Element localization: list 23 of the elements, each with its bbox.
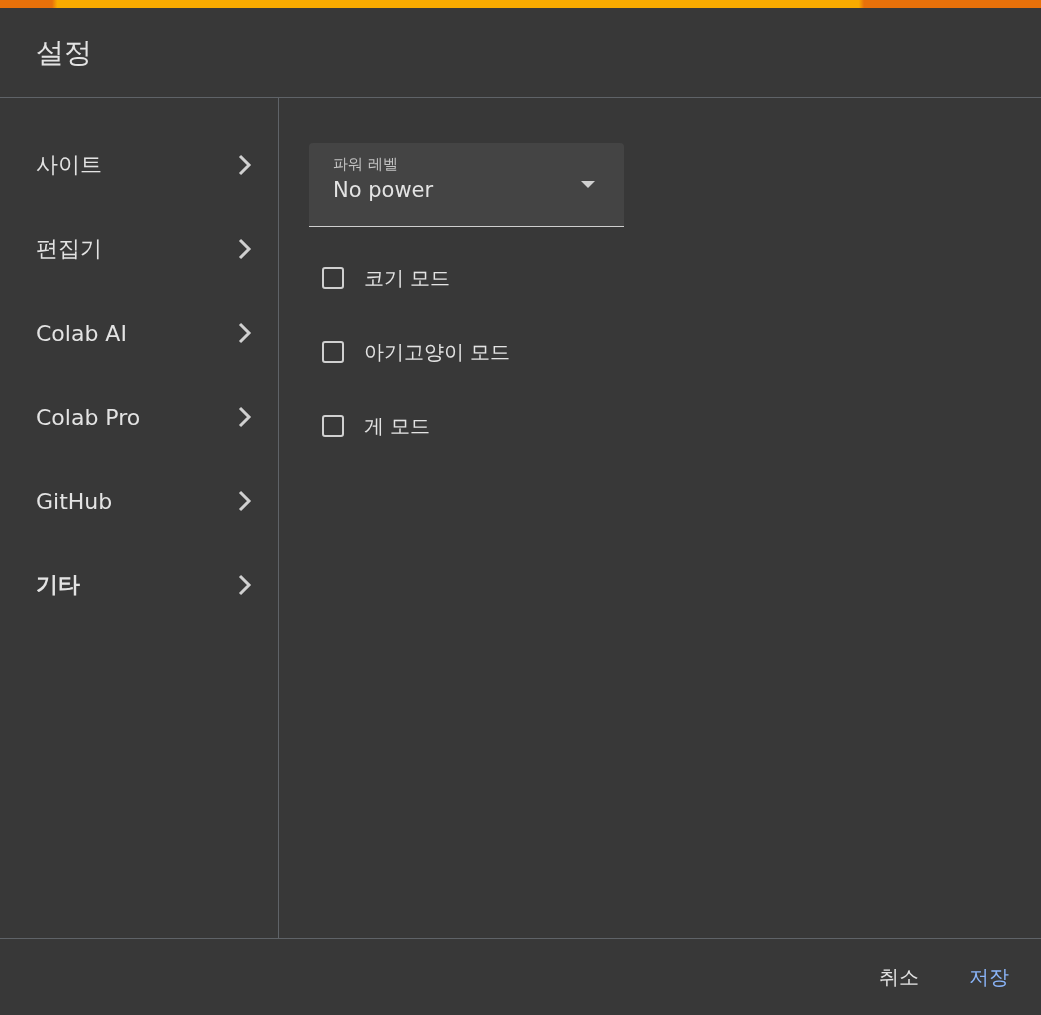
checkbox-label: 아기고양이 모드	[364, 338, 511, 366]
chevron-right-icon	[238, 154, 252, 176]
checkbox[interactable]	[322, 415, 344, 437]
chevron-right-icon	[238, 406, 252, 428]
cancel-button[interactable]: 취소	[859, 955, 939, 999]
dialog-title: 설정	[36, 34, 92, 71]
checkbox[interactable]	[322, 341, 344, 363]
chevron-right-icon	[238, 490, 252, 512]
dropdown-caret-icon	[581, 181, 595, 188]
sidebar-item[interactable]: GitHub	[0, 459, 278, 543]
sidebar-item[interactable]: 편집기	[0, 207, 278, 291]
chevron-right-icon	[238, 238, 252, 260]
chevron-right-icon	[238, 574, 252, 596]
chevron-right-icon	[238, 322, 252, 344]
checkbox-label: 코기 모드	[364, 264, 451, 292]
sidebar-item[interactable]: Colab AI	[0, 291, 278, 375]
checkbox-label: 게 모드	[364, 412, 431, 440]
sidebar-item[interactable]: 사이트	[0, 123, 278, 207]
sidebar-item[interactable]: 기타	[0, 543, 278, 627]
save-button[interactable]: 저장	[949, 955, 1029, 999]
sidebar-item[interactable]: Colab Pro	[0, 375, 278, 459]
power-level-dropdown[interactable]: 파워 레벨 No power	[309, 143, 624, 227]
checkbox[interactable]	[322, 267, 344, 289]
